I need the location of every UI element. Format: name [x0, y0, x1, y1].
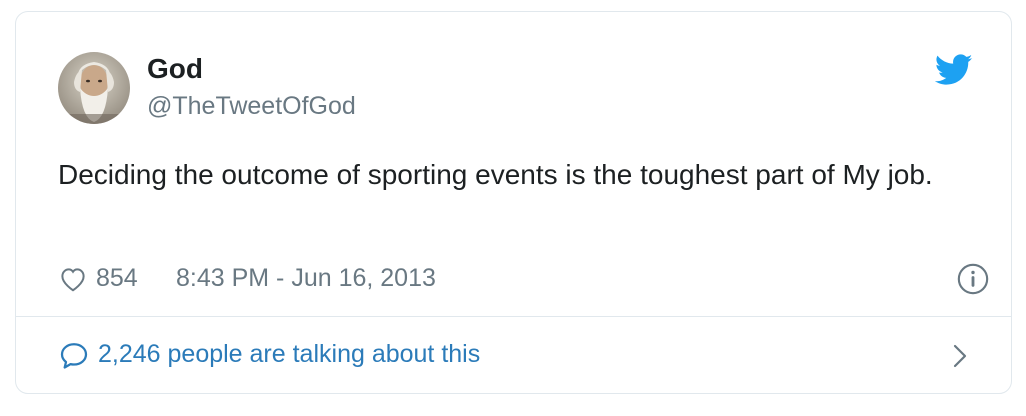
tweet-card: God @TheTweetOfGod Deciding the outcome … [15, 11, 1012, 394]
info-icon[interactable] [956, 262, 990, 296]
like-count[interactable]: 854 [96, 263, 138, 293]
tweet-meta: 854 8:43 PM - Jun 16, 2013 [58, 262, 990, 296]
tweet-timestamp[interactable]: 8:43 PM - Jun 16, 2013 [176, 263, 436, 293]
tweet-text: Deciding the outcome of sporting events … [58, 159, 933, 190]
bearded-man-avatar [58, 52, 130, 124]
author-name[interactable]: God [147, 52, 203, 86]
speech-bubble-icon [58, 340, 90, 372]
conversation-count[interactable]: 2,246 people are talking about this [98, 339, 480, 369]
author-avatar[interactable] [58, 52, 130, 124]
author-handle[interactable]: @TheTweetOfGod [147, 91, 356, 121]
conversation-link[interactable]: 2,246 people are talking about this [16, 317, 1011, 393]
chevron-right-icon[interactable] [951, 343, 969, 369]
twitter-bird-icon[interactable] [934, 54, 973, 86]
heart-icon[interactable] [58, 264, 88, 294]
